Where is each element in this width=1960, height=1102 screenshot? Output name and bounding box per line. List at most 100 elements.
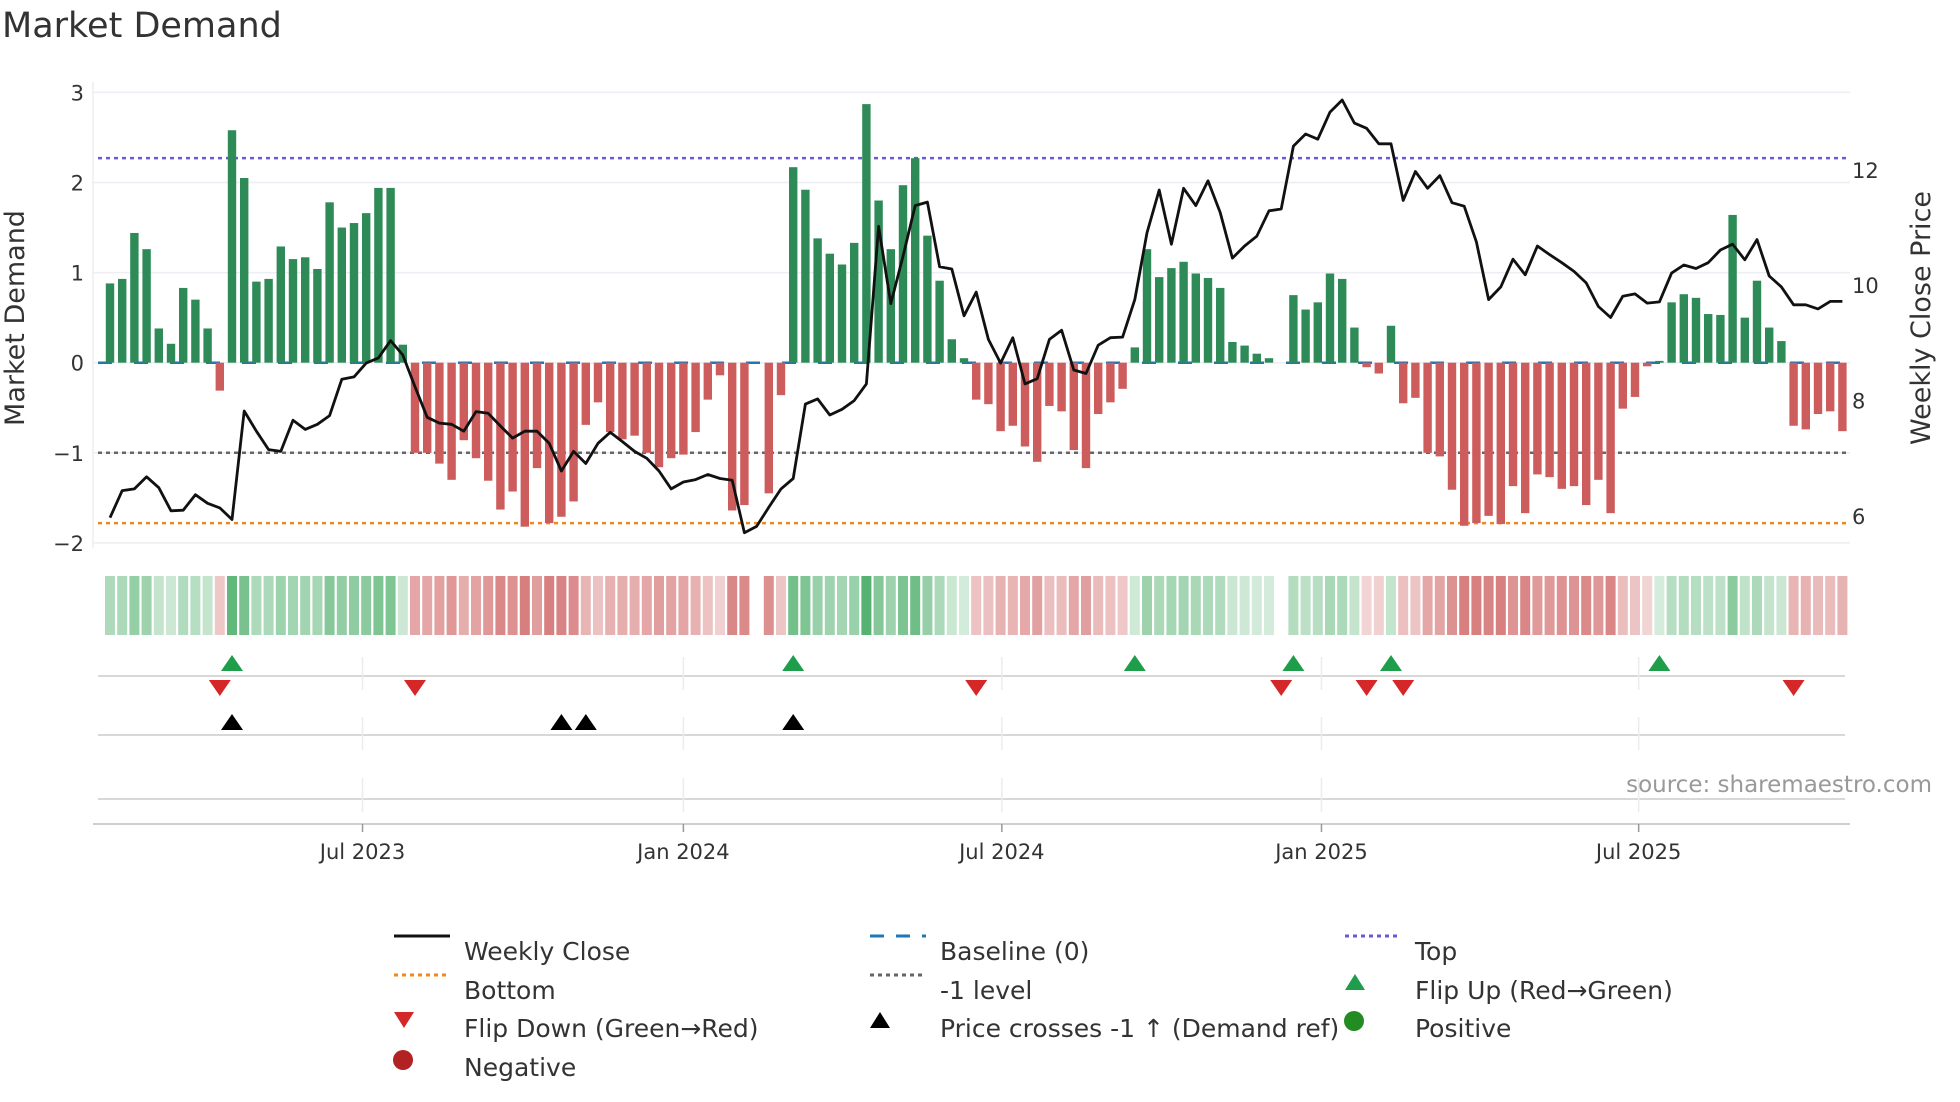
demand-bar-negative (630, 362, 639, 436)
heat-cell (1251, 576, 1262, 635)
demand-bar-negative (642, 362, 651, 453)
heat-cell (251, 576, 262, 635)
heat-cell (495, 576, 506, 635)
y-axis-title: Market Demand (0, 210, 31, 426)
flip-down-marker (965, 680, 988, 696)
demand-bar-positive (1728, 214, 1737, 363)
demand-bar-negative (1606, 362, 1615, 514)
demand-bar-positive (923, 235, 932, 363)
demand-bar-positive (1130, 347, 1139, 363)
heat-cell (1837, 576, 1848, 635)
heat-cell (1361, 576, 1372, 635)
heat-cell (959, 576, 969, 635)
demand-bar-negative (984, 362, 993, 405)
demand-bar-positive (1325, 273, 1335, 363)
heat-cell (1337, 576, 1348, 635)
heat-cell (1703, 576, 1714, 635)
heat-cell (995, 576, 1006, 635)
heat-cell (141, 576, 152, 635)
heat-cell (1325, 576, 1335, 635)
x-axis-ticks: Jul 2023 Jan 2024 Jul 2024 Jan 2025 Jul 2025 (318, 840, 1682, 864)
demand-bar-negative (581, 362, 590, 425)
heat-cell (361, 576, 372, 635)
heat-cell (1715, 576, 1726, 635)
demand-bar-negative (508, 362, 517, 492)
demand-bar-positive (240, 177, 249, 363)
heat-cell (483, 576, 494, 635)
heat-cell (727, 576, 738, 635)
heat-cell (519, 576, 530, 635)
demand-bar-positive (1704, 314, 1713, 363)
demand-bar-positive (1228, 341, 1237, 363)
heat-cell (641, 576, 652, 635)
heat-cell (324, 576, 335, 635)
demand-bar-positive (1691, 297, 1701, 363)
demand-bar-positive (288, 259, 298, 363)
heat-cell (1239, 576, 1250, 635)
x-tick-label: Jul 2023 (318, 840, 405, 864)
demand-bar-positive (1203, 278, 1213, 363)
demand-bar-positive (1752, 280, 1762, 363)
heat-cell (1556, 576, 1567, 635)
price-cross-marker (574, 714, 597, 730)
heat-cell (544, 576, 555, 635)
demand-bar-positive (154, 328, 163, 363)
heat-cell (1032, 576, 1043, 635)
demand-bar-negative (1801, 362, 1810, 430)
demand-bar-negative (1094, 362, 1103, 415)
heat-cell (190, 576, 201, 635)
heat-cell (1166, 576, 1177, 635)
heat-cell (300, 576, 311, 635)
heat-cell (885, 576, 896, 635)
demand-bar-negative (1838, 362, 1847, 432)
demand-bar-negative (715, 362, 725, 376)
demand-bar-negative (1826, 362, 1835, 412)
y2-tick-label: 6 (1852, 505, 1865, 529)
heat-cell (1117, 576, 1128, 635)
demand-bar-positive (825, 253, 834, 363)
demand-bar-negative (215, 362, 224, 391)
heat-cell (1068, 576, 1079, 635)
demand-bar-negative (1057, 362, 1066, 412)
demand-bar-positive (227, 130, 237, 363)
demand-bar-negative (1447, 362, 1457, 490)
flip-down-marker (208, 680, 231, 696)
demand-bars (105, 104, 1847, 527)
right-axis-ticks: 12 10 8 6 (1852, 159, 1879, 529)
heat-cell (556, 576, 567, 635)
heat-cell (861, 576, 872, 635)
heat-cell (1178, 576, 1189, 635)
heat-cell (1081, 576, 1091, 635)
y2-tick-label: 8 (1852, 390, 1865, 414)
demand-bar-negative (667, 362, 676, 459)
heat-cell (1678, 576, 1689, 635)
demand-bar-negative (996, 362, 1005, 432)
heat-cell (1190, 576, 1201, 635)
heat-cell (458, 576, 469, 635)
demand-bar-negative (435, 362, 444, 464)
heat-cell (1495, 576, 1506, 635)
demand-bar-positive (1240, 345, 1249, 363)
flip-up-marker (782, 655, 805, 671)
heat-cell (1776, 576, 1787, 635)
demand-bar-positive (252, 281, 261, 363)
heat-cell (1300, 576, 1311, 635)
demand-bar-negative (654, 362, 664, 468)
heat-cell (1142, 576, 1152, 635)
demand-bar-negative (1618, 362, 1627, 409)
demand-bar-positive (203, 328, 212, 363)
x-tick-label: Jan 2025 (1273, 840, 1368, 864)
heat-cell (1739, 576, 1750, 635)
flip-up-marker (221, 655, 243, 671)
price-cross-marker (550, 714, 573, 730)
demand-bar-positive (789, 167, 798, 363)
flip-up-marker (1648, 655, 1671, 671)
heat-cell (1422, 576, 1433, 635)
heat-cell (166, 576, 176, 635)
heat-cell (1654, 576, 1665, 635)
flip-up-marker (1380, 655, 1402, 671)
y-tick-label: 1 (71, 262, 84, 286)
heat-cell (1691, 576, 1701, 635)
heat-cell (1312, 576, 1323, 635)
x-tick-label: Jul 2025 (1594, 840, 1681, 864)
